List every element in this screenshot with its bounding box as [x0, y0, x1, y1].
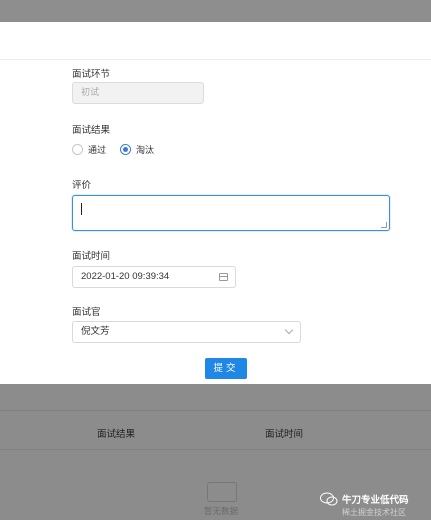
table-header-result: 面试结果 — [97, 429, 136, 440]
radio-reject[interactable] — [120, 143, 132, 155]
result-radio-group: 通过 淘汰 — [72, 142, 168, 156]
table-header-time: 面试时间 — [265, 429, 304, 440]
time-input[interactable]: 2022-01-20 09:39:34 — [72, 266, 236, 288]
time-value: 2022-01-20 09:39:34 — [81, 271, 170, 282]
radio-pass[interactable] — [72, 143, 83, 155]
interviewer-value: 倪文芳 — [81, 326, 110, 337]
radio-pass-label[interactable]: 通过 — [88, 143, 106, 156]
interview-modal: 面试环节 初试 面试结果 通过 淘汰 评价 面试时间 2022-01-20 09… — [0, 22, 431, 384]
interviewer-label: 面试官 — [72, 307, 101, 318]
empty-text: 暂无数据 — [204, 507, 239, 517]
wechat-icon — [320, 492, 338, 506]
time-label: 面试时间 — [72, 251, 111, 262]
radio-reject-label[interactable]: 淘汰 — [136, 143, 154, 156]
chevron-down-icon[interactable] — [284, 325, 294, 335]
stage-label: 面试环节 — [72, 69, 111, 80]
comment-textarea[interactable] — [72, 195, 390, 231]
watermark-subtitle: 稀土掘金技术社区 — [342, 508, 406, 517]
resize-grip-icon[interactable] — [381, 222, 387, 228]
watermark-title: 牛刀专业低代码 — [342, 495, 409, 506]
overlay-top — [0, 0, 431, 22]
modal-header-divider — [0, 59, 431, 60]
calendar-icon[interactable] — [219, 273, 228, 281]
result-label: 面试结果 — [72, 125, 111, 136]
interviewer-select[interactable]: 倪文芳 — [72, 321, 301, 343]
empty-box-icon — [207, 482, 237, 502]
text-caret — [81, 203, 82, 215]
comment-label: 评价 — [72, 180, 92, 191]
stage-input: 初试 — [72, 82, 204, 104]
table-header-divider — [0, 449, 431, 450]
background-divider — [0, 410, 431, 411]
submit-button[interactable]: 提交 — [205, 358, 247, 379]
